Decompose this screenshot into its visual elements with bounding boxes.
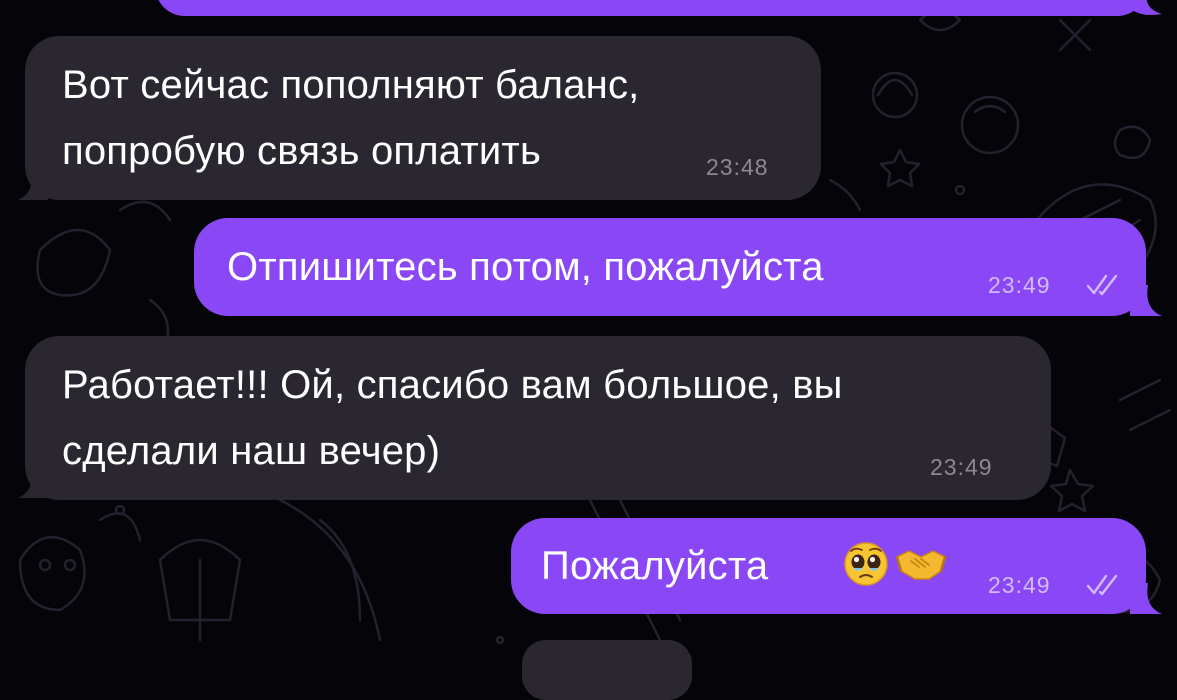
- double-check-icon: [1086, 574, 1118, 596]
- message-text-line: Пожалуйста: [541, 544, 769, 588]
- message-text-line: Вот сейчас пополняют баланс,: [62, 63, 640, 107]
- bubble-tail: [1130, 583, 1162, 614]
- message-timestamp: 23:49: [988, 572, 1051, 598]
- message-bubble-incoming[interactable]: Вот сейчас пополняют баланс, попробую св…: [25, 36, 821, 200]
- bubble-tail: [18, 170, 48, 200]
- message-bubble-incoming[interactable]: Работает!!! Ой, спасибо вам большое, вы …: [25, 336, 1051, 500]
- double-check-icon: [1086, 274, 1118, 296]
- message-timestamp: 23:48: [706, 154, 769, 180]
- message-text-line: сделали наш вечер): [62, 429, 441, 473]
- message-bubble-outgoing[interactable]: Пожалуйста 23:49: [511, 518, 1146, 614]
- message-timestamp: 23:49: [988, 272, 1051, 298]
- bubble-tail: [18, 468, 48, 498]
- message-text-line: Работает!!! Ой, спасибо вам большое, вы: [62, 363, 843, 407]
- message-bubble-outgoing[interactable]: Отпишитесь потом, пожалуйста 23:49: [194, 218, 1146, 316]
- pleading-face-emoji: [844, 542, 888, 586]
- message-text-line: попробую связь оплатить: [62, 129, 541, 173]
- message-timestamp: 23:49: [930, 454, 993, 480]
- message-text-line: Отпишитесь потом, пожалуйста: [227, 245, 824, 289]
- bubble-tail: [1130, 285, 1162, 316]
- bubble-tail: [1128, 0, 1162, 15]
- next-message-bubble[interactable]: [522, 640, 692, 700]
- previous-message-bubble[interactable]: [155, 0, 1147, 16]
- handshake-emoji: [895, 550, 947, 580]
